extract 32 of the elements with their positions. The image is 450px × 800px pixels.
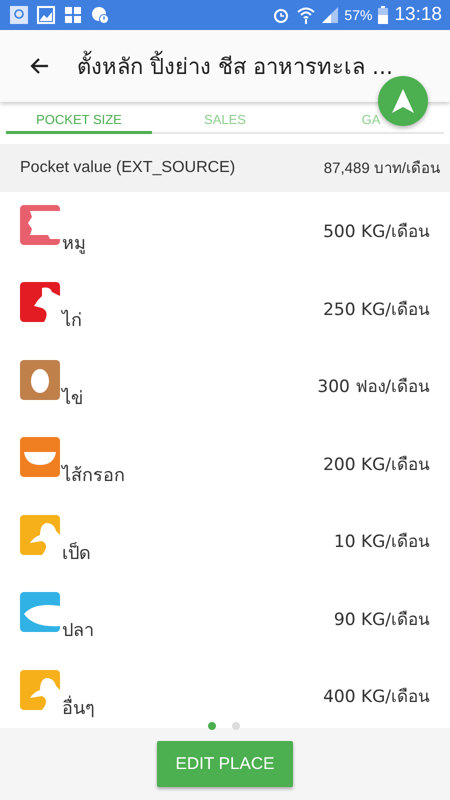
item-amount: 90 KG/เดือน <box>334 608 430 632</box>
item-amount: 300 ฟอง/เดือน <box>317 376 430 400</box>
alarm-icon <box>272 6 290 24</box>
tab[interactable]: POCKET SIZE <box>6 102 152 134</box>
item-amount: 500 KG/เดือน <box>323 221 430 244</box>
item-name: หมู <box>62 232 86 256</box>
tab[interactable]: GA <box>298 102 444 134</box>
item-name: อื่นๆ <box>62 694 95 721</box>
item-amount: 200 KG/เดือน <box>323 454 430 477</box>
pocket-value-label: Pocket value (EXT_SOURCE) <box>20 159 236 177</box>
page-title: ตั้งหลัก ปิ้งย่าง ชีส อาหารทะเล ... <box>77 48 393 84</box>
battery-icon <box>378 6 388 24</box>
item-name: ปลา <box>62 619 94 644</box>
item-name: ไข่ <box>62 386 83 411</box>
item-name: ไก่ <box>62 308 82 334</box>
item-name: เป็ด <box>62 541 91 566</box>
item-amount: 10 KG/เดือน <box>334 531 430 554</box>
alert-icon <box>91 6 109 24</box>
tab[interactable]: SALES <box>152 102 298 134</box>
signal-icon <box>322 7 338 23</box>
app-icon <box>10 6 28 24</box>
image-icon <box>37 6 55 24</box>
item-name: ไส้กรอก <box>62 464 125 488</box>
navigation-arrow-icon <box>391 88 415 114</box>
item-amount: 250 KG/เดือน <box>323 298 430 322</box>
tile-icon <box>64 6 82 24</box>
battery-percent: 57% <box>344 7 372 23</box>
pocket-value: 87,489 บาท/เดือน <box>324 159 440 179</box>
edit-place-button[interactable]: EDIT PLACE <box>156 741 294 787</box>
wifi-icon <box>296 6 316 24</box>
item-amount: 400 KG/เดือน <box>323 686 430 710</box>
clock: 13:18 <box>394 4 442 26</box>
